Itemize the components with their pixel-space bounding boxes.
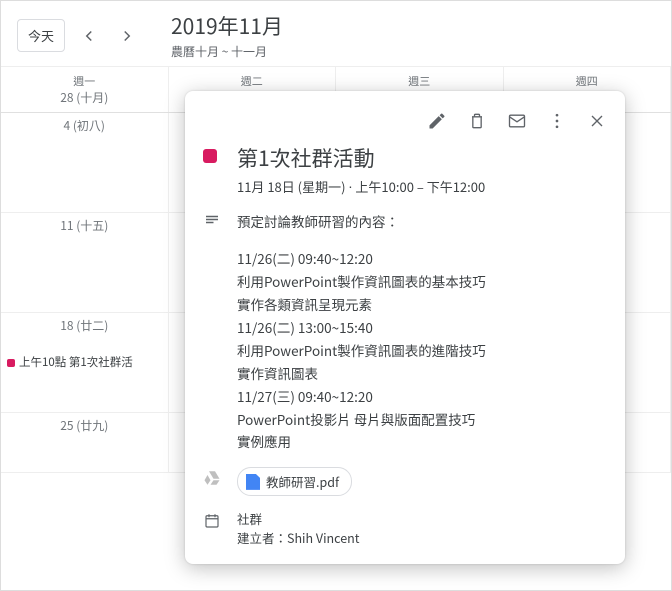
day-number: 11 (十五) — [7, 217, 162, 234]
event-chip-label: 上午10點 第1次社群活 — [19, 354, 133, 370]
event-title: 第1次社群活動 — [237, 143, 605, 173]
event-description-intro: 預定討論教師研習的內容： — [237, 210, 605, 233]
day-number: 18 (廿二) — [7, 317, 162, 334]
next-period-button[interactable] — [113, 22, 141, 50]
period-title: 2019年11月 — [171, 11, 283, 41]
weekday-label: 週一 — [1, 73, 168, 89]
weekday-label: 週三 — [336, 73, 503, 89]
weekday-date: 28 (十月) — [1, 89, 168, 106]
day-cell[interactable]: 11 (十五) — [1, 213, 169, 313]
event-color-square — [203, 149, 217, 163]
description-icon — [203, 212, 223, 232]
weekday-label: 週二 — [169, 73, 336, 89]
day-number: 25 (廿九) — [7, 417, 162, 434]
event-calendar-name: 社群 — [237, 510, 605, 529]
edit-icon[interactable] — [419, 103, 455, 139]
drive-icon — [203, 469, 223, 489]
period-subtitle: 農曆十月 ~ 十一月 — [171, 43, 283, 60]
attachment-chip[interactable]: 教師研習.pdf — [237, 467, 352, 496]
event-chip[interactable]: 上午10點 第1次社群活 — [7, 354, 162, 370]
event-description-body: 11/26(二) 09:40~12:20 利用PowerPoint製作資訊圖表的… — [237, 247, 605, 453]
event-creator: Shih Vincent — [287, 528, 359, 547]
event-color-dot — [7, 359, 15, 367]
day-cell[interactable]: 25 (廿九) — [1, 413, 169, 473]
prev-period-button[interactable] — [75, 22, 103, 50]
close-icon[interactable] — [579, 103, 615, 139]
weekday-label: 週四 — [504, 73, 671, 89]
creator-label: 建立者： — [237, 528, 287, 547]
calendar-icon — [203, 512, 223, 532]
event-datetime: 11月 18日 (星期一) ⋅ 上午10:00 – 下午12:00 — [237, 177, 605, 196]
event-detail-popup: 第1次社群活動 11月 18日 (星期一) ⋅ 上午10:00 – 下午12:0… — [185, 91, 625, 564]
delete-icon[interactable] — [459, 103, 495, 139]
attachment-name: 教師研習.pdf — [266, 472, 339, 491]
pdf-file-icon — [246, 474, 260, 490]
more-options-icon[interactable] — [539, 103, 575, 139]
day-cell[interactable]: 4 (初八) — [1, 113, 169, 213]
email-icon[interactable] — [499, 103, 535, 139]
day-number: 4 (初八) — [7, 117, 162, 134]
today-button[interactable]: 今天 — [17, 19, 65, 52]
day-cell[interactable]: 18 (廿二) 上午10點 第1次社群活 — [1, 313, 169, 413]
